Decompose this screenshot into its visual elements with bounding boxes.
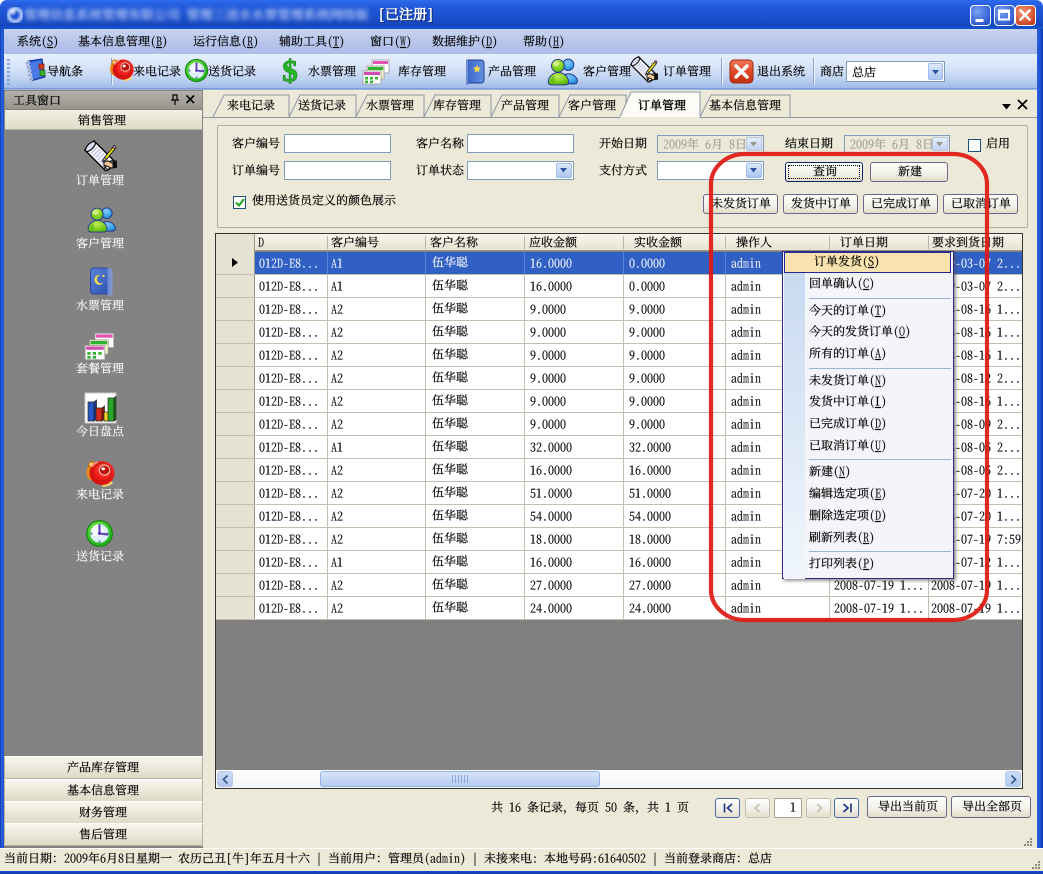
svg-text:$: $ xyxy=(282,53,298,88)
